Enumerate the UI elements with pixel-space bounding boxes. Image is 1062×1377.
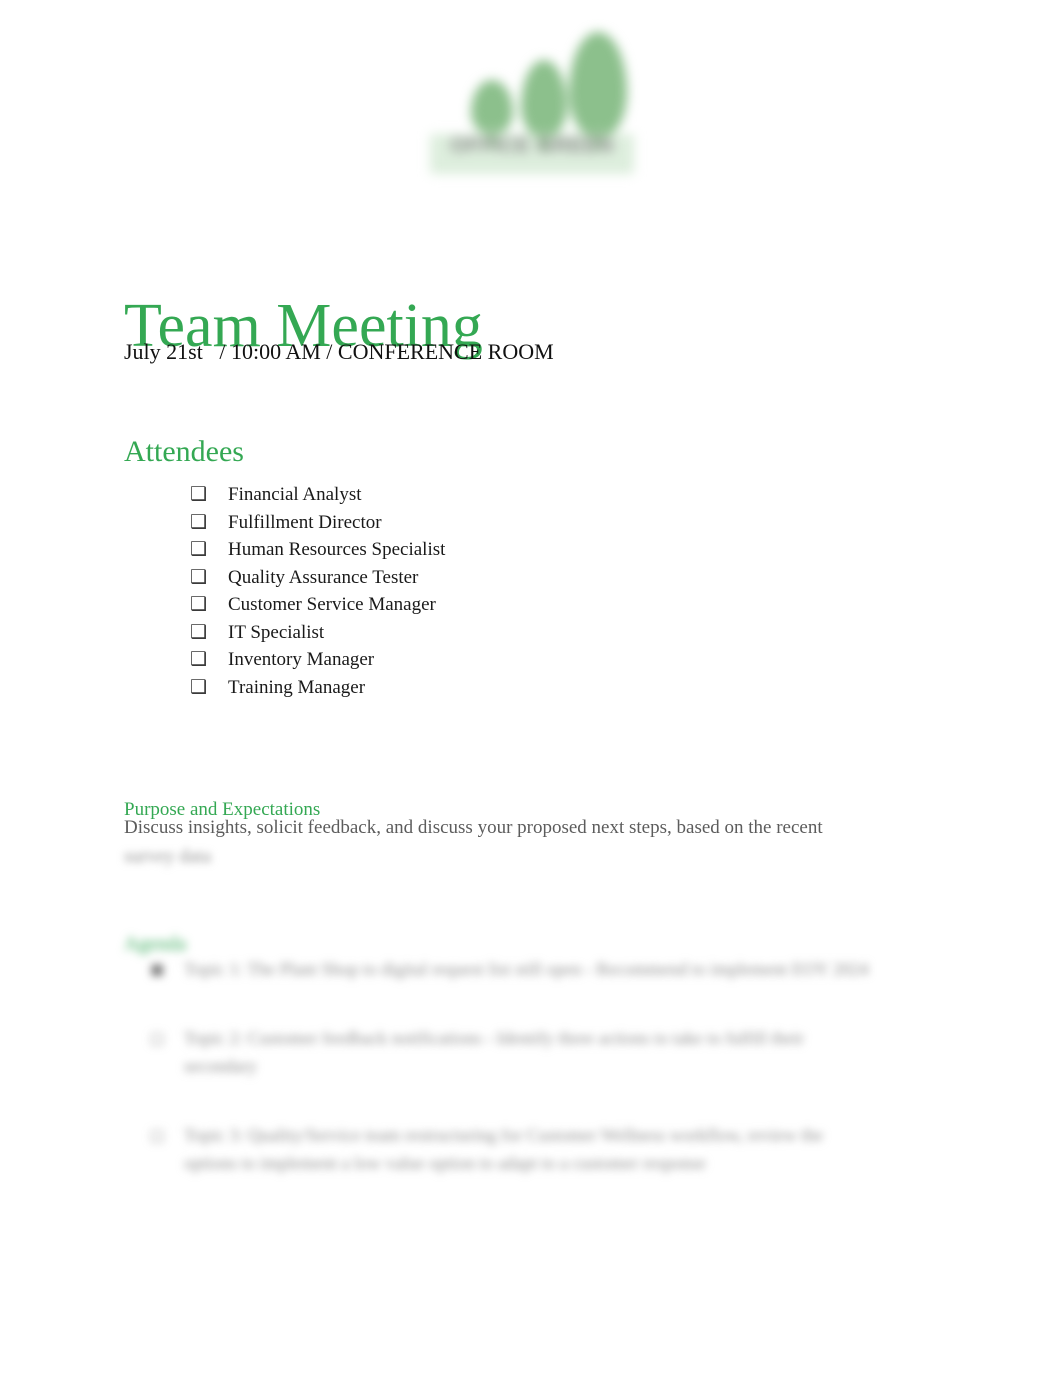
bullet-icon: ❑ <box>190 593 208 615</box>
meeting-details: July 21st / 10:00 AM / CONFERENCE ROOM <box>124 339 554 364</box>
bullet-icon: ❑ <box>190 538 208 560</box>
checkbox-icon: □ <box>150 1126 165 1144</box>
attendee-name: Quality Assurance Tester <box>228 566 419 588</box>
tree-large-icon <box>569 32 627 136</box>
list-item: ❑ Training Manager <box>190 674 810 702</box>
agenda-item-text: Topic 1: The Plant Shop to digital reque… <box>184 959 869 979</box>
agenda-item-text: Topic 2: Customer feedback notifications… <box>184 1028 805 1076</box>
logo-wordmark: OFFICE GREEN <box>450 134 614 157</box>
bullet-icon: ❑ <box>190 483 208 505</box>
tree-medium-icon <box>521 60 567 136</box>
company-logo: OFFICE GREEN <box>424 18 640 180</box>
list-item: ❑ Inventory Manager <box>190 646 810 674</box>
attendee-name: Training Manager <box>228 676 366 698</box>
purpose-line-2: survey data <box>124 846 212 867</box>
list-item: □ Topic 3: Quality/Service team restruct… <box>150 1121 880 1177</box>
list-item: □ Topic 2: Customer feedback notificatio… <box>150 1024 880 1080</box>
bullet-icon: ❑ <box>190 675 208 698</box>
checkbox-icon: ■ <box>150 960 165 978</box>
attendee-name: IT Specialist <box>228 621 325 643</box>
bullet-icon: ❑ <box>190 510 208 533</box>
agenda-list: ■ Topic 1: The Plant Shop to digital req… <box>150 955 880 1218</box>
list-item: ■ Topic 1: The Plant Shop to digital req… <box>150 955 880 983</box>
bullet-icon: ❑ <box>190 565 208 588</box>
attendee-name: Inventory Manager <box>228 649 375 670</box>
bullet-icon: ❑ <box>190 648 208 670</box>
bullet-icon: ❑ <box>190 620 208 643</box>
attendees-list: ❑ Financial Analyst ❑ Fulfillment Direct… <box>190 481 810 701</box>
attendee-name: Human Resources Specialist <box>228 539 446 560</box>
checkbox-icon: □ <box>150 1029 165 1047</box>
purpose-line-1: Discuss insights, solicit feedback, and … <box>124 817 823 838</box>
attendees-heading: Attendees <box>124 434 244 468</box>
agenda-item-text: Topic 3: Quality/Service team restructur… <box>184 1125 824 1173</box>
attendee-name: Fulfillment Director <box>228 511 382 533</box>
list-item: ❑ IT Specialist <box>190 619 810 647</box>
list-item: ❑ Fulfillment Director <box>190 509 810 537</box>
attendee-name: Financial Analyst <box>228 484 362 505</box>
list-item: ❑ Quality Assurance Tester <box>190 564 810 592</box>
list-item: ❑ Financial Analyst <box>190 481 810 509</box>
purpose-body: Discuss insights, solicit feedback, and … <box>124 814 854 871</box>
list-item: ❑ Human Resources Specialist <box>190 536 810 564</box>
attendee-name: Customer Service Manager <box>228 594 436 615</box>
agenda-heading: Agenda <box>124 933 187 955</box>
list-item: ❑ Customer Service Manager <box>190 591 810 619</box>
